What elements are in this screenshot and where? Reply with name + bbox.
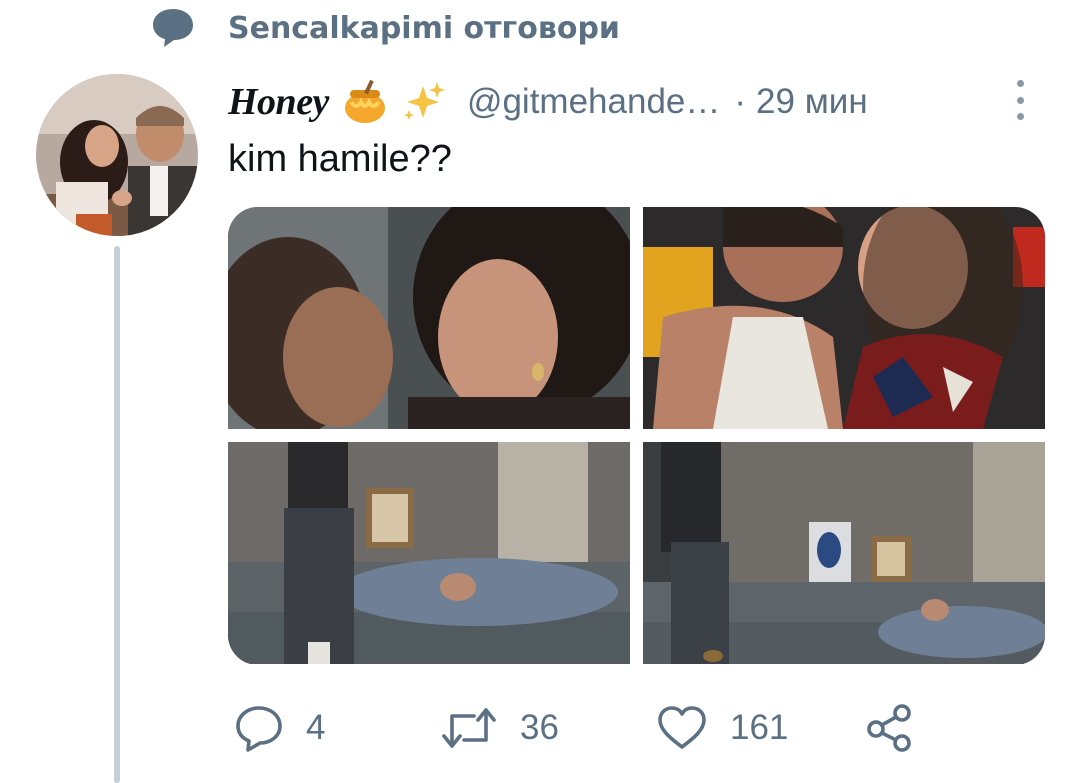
thread-line — [114, 246, 120, 783]
reply-button[interactable]: 4 — [234, 696, 325, 760]
tweet-text: kim hamile?? — [228, 138, 452, 180]
user-handle[interactable]: @gitmehande… — [467, 82, 720, 122]
honey-pot-icon — [341, 80, 389, 124]
reply-count: 4 — [306, 708, 326, 747]
speech-bubble-icon — [153, 9, 193, 47]
retweet-icon — [442, 708, 496, 748]
sparkles-icon — [401, 80, 445, 124]
media-grid — [228, 207, 1045, 665]
retweet-count: 36 — [520, 708, 559, 747]
share-button[interactable] — [864, 696, 938, 760]
reply-context[interactable]: Sencalkapimi отговори — [150, 4, 620, 52]
retweet-button[interactable]: 36 — [440, 696, 559, 760]
media-photo-2[interactable] — [643, 207, 1045, 429]
tweet-timestamp[interactable]: 29 мин — [756, 82, 868, 122]
separator-dot: · — [734, 82, 747, 121]
more-options-icon[interactable] — [1013, 80, 1027, 120]
reply-icon — [236, 706, 282, 752]
avatar[interactable] — [36, 74, 198, 236]
media-photo-4[interactable] — [643, 442, 1045, 664]
heart-icon — [658, 706, 706, 749]
reply-context-text: Sencalkapimi отговори — [228, 10, 620, 46]
like-count: 161 — [730, 708, 789, 747]
media-photo-1[interactable] — [228, 207, 630, 429]
display-name[interactable]: Honey — [228, 80, 329, 124]
tweet-header: Honey @gitmehande… · 29 мин — [228, 72, 1038, 132]
share-icon — [867, 704, 911, 752]
like-button[interactable]: 161 — [656, 696, 788, 760]
tweet-actions: 4 36 161 — [228, 696, 1028, 760]
media-photo-3[interactable] — [228, 442, 630, 664]
